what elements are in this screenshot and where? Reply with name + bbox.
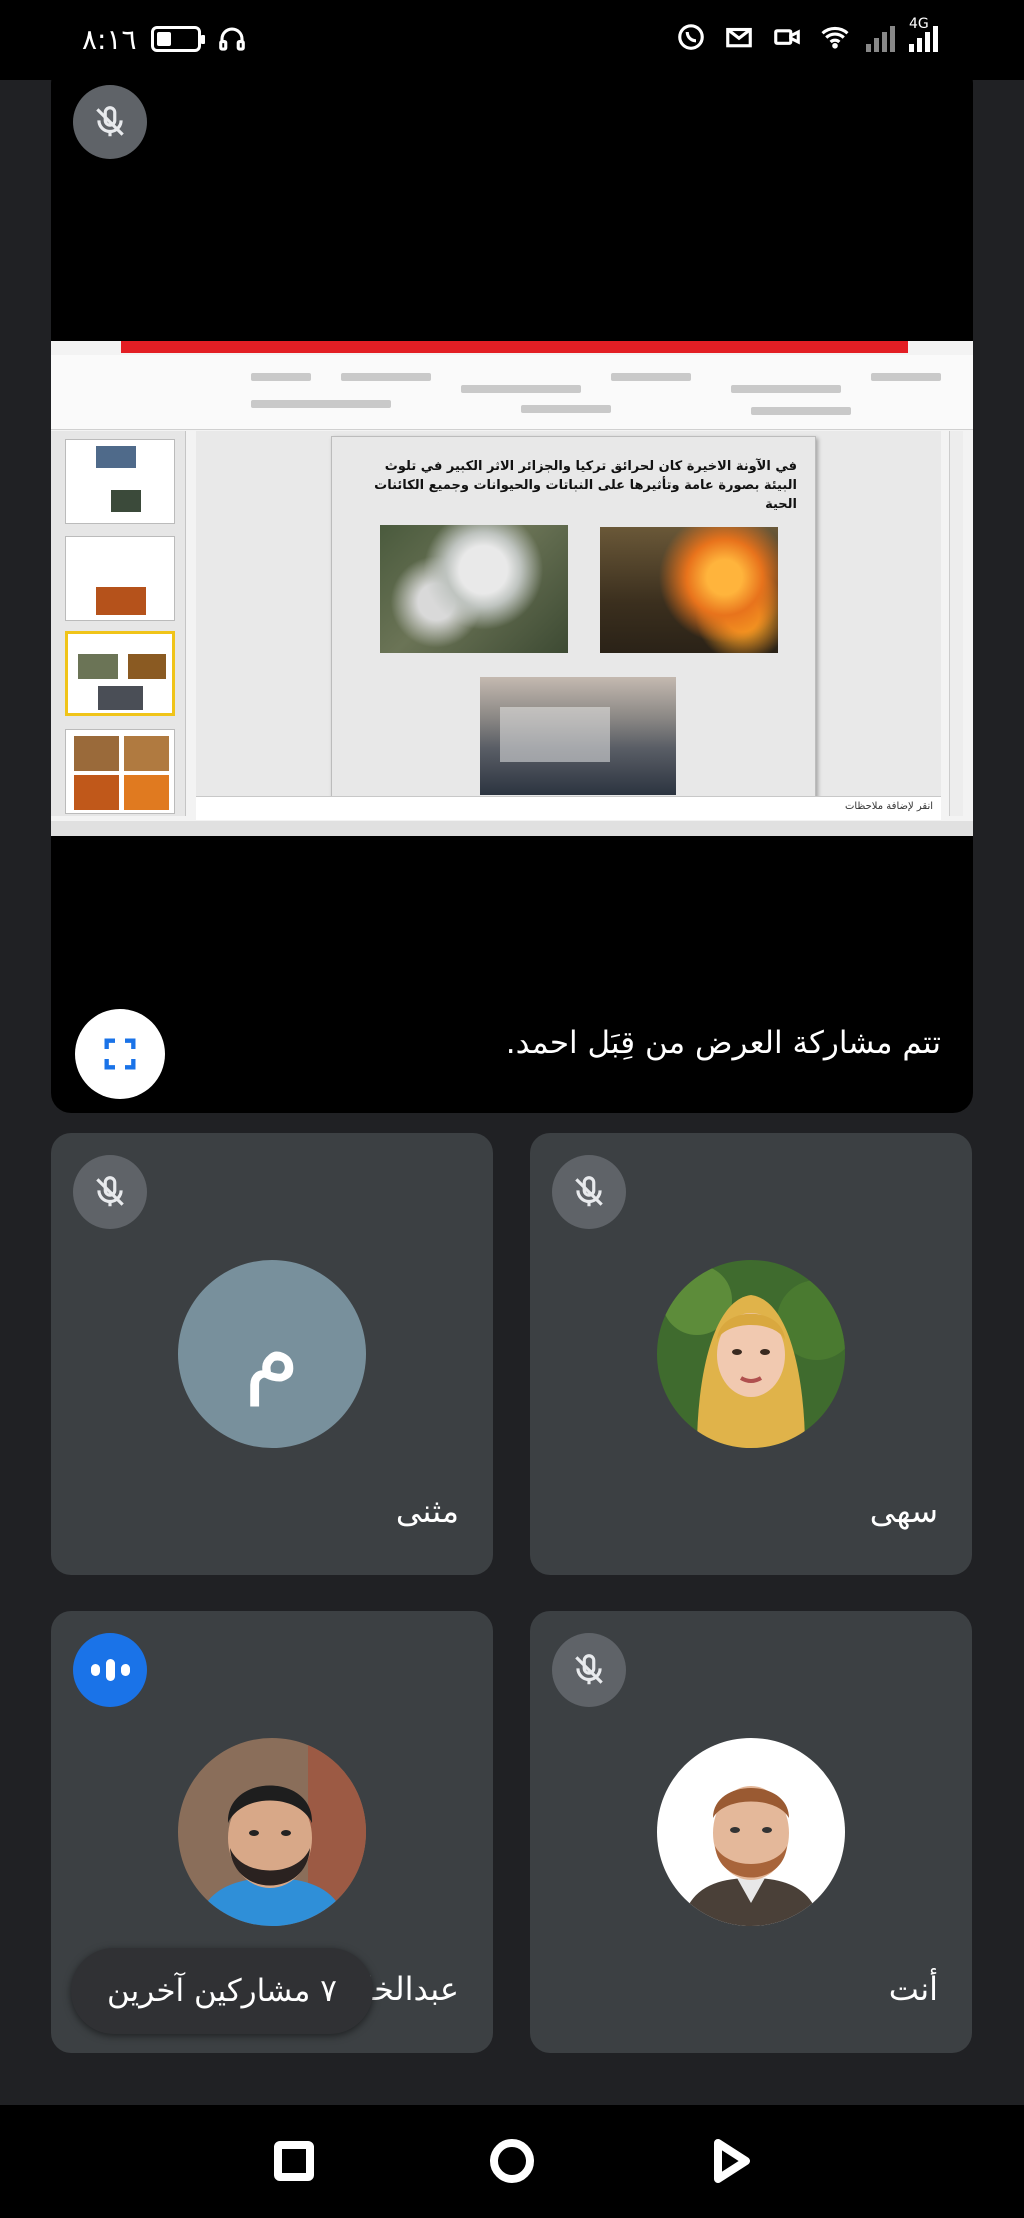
participant-tile-you[interactable]: أنت	[530, 1611, 972, 2053]
signal-icon	[866, 22, 895, 52]
shared-presentation: في الآونة الاخيرة كان لحرائق تركيا والجز…	[51, 341, 973, 836]
participant-tile-muthanna[interactable]: م مثنى	[51, 1133, 493, 1575]
other-participants-button[interactable]: ٧ مشاركين آخرين	[71, 1948, 373, 2034]
ppt-ribbon	[51, 355, 973, 430]
mail-icon	[722, 20, 756, 54]
ppt-scrollbar	[949, 431, 963, 816]
ppt-title-bar	[121, 341, 908, 353]
slide-text: في الآونة الاخيرة كان لحرائق تركيا والجز…	[374, 459, 797, 512]
avatar-initial: م	[244, 1301, 300, 1407]
firefighting-photo	[600, 527, 778, 653]
home-button[interactable]	[486, 2135, 538, 2187]
avatar-photo	[657, 1260, 845, 1448]
circle-icon	[490, 2139, 534, 2183]
slide-thumbnail	[65, 439, 175, 524]
ppt-notes-bar: انقر لإضافة ملاحظات	[196, 796, 941, 820]
headset-icon	[215, 22, 249, 56]
mic-off-icon	[73, 1155, 147, 1229]
speaking-indicator-icon	[73, 1633, 147, 1707]
ppt-slide-thumbnails	[51, 431, 186, 816]
signal-icon-2: 4G	[909, 16, 938, 52]
status-time: ٨:١٦	[82, 22, 137, 56]
wildfire-smoke-photo	[380, 525, 568, 653]
participant-name: مثنى	[395, 1492, 459, 1530]
recents-button[interactable]	[268, 2135, 320, 2187]
back-button[interactable]	[704, 2135, 756, 2187]
battery-icon	[150, 26, 205, 52]
network-type-label: 4G	[909, 16, 929, 32]
screen-share-panel[interactable]: في الآونة الاخيرة كان لحرائق تركيا والجز…	[51, 63, 973, 1113]
fullscreen-icon	[104, 1038, 136, 1070]
participant-tile-suha[interactable]: سهى	[530, 1133, 972, 1575]
burned-house-photo	[480, 677, 676, 795]
mic-off-icon	[552, 1633, 626, 1707]
video-icon	[770, 20, 804, 54]
current-slide: في الآونة الاخيرة كان لحرائق تركيا والجز…	[331, 436, 816, 798]
avatar: م	[178, 1260, 366, 1448]
share-caption: تتم مشاركة العرض من قِبَل احمد.	[505, 1025, 941, 1061]
mic-off-icon	[552, 1155, 626, 1229]
wifi-icon	[818, 20, 852, 54]
whatsapp-icon	[674, 20, 708, 54]
avatar-photo	[178, 1738, 366, 1926]
mic-off-icon	[73, 85, 147, 159]
slide-thumbnail	[65, 536, 175, 621]
participant-name: سهى	[869, 1492, 938, 1530]
ppt-slide-canvas: في الآونة الاخيرة كان لحرائق تركيا والجز…	[196, 431, 941, 798]
notes-placeholder: انقر لإضافة ملاحظات	[844, 801, 933, 812]
participant-name: أنت	[888, 1970, 938, 2008]
back-triangle-icon	[714, 2139, 750, 2183]
avatar-photo	[657, 1738, 845, 1926]
square-icon	[274, 2141, 314, 2181]
slide-thumbnail-active	[65, 631, 175, 716]
slide-thumbnail	[65, 729, 175, 814]
ppt-status-bar	[51, 821, 973, 836]
navigation-bar	[0, 2105, 1024, 2218]
fullscreen-button[interactable]	[75, 1009, 165, 1099]
